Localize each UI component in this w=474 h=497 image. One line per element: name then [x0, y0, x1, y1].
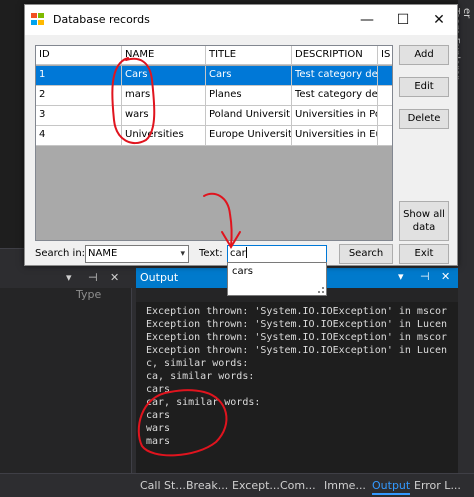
left-pane-pin-icon[interactable]: ⊣: [88, 271, 98, 284]
table-row[interactable]: 1 Cars Cars Test category de...: [36, 66, 392, 86]
records-grid[interactable]: ID NAME TITLE DESCRIPTION IS 1 Cars Cars…: [35, 45, 393, 241]
cell-is[interactable]: [378, 66, 392, 85]
output-line: wars: [146, 423, 171, 434]
output-dropdown-icon[interactable]: ▾: [398, 270, 404, 283]
cell-id[interactable]: 4: [36, 126, 122, 145]
output-pin-icon[interactable]: ⊣: [420, 270, 430, 283]
cell-name[interactable]: wars: [122, 106, 206, 125]
edit-button[interactable]: Edit: [399, 77, 449, 97]
left-pane-header: ▾ ⊣ ✕: [0, 268, 132, 288]
left-tool-pane: ▾ ⊣ ✕ Type: [0, 268, 132, 473]
search-text-input[interactable]: car: [227, 245, 327, 263]
table-row[interactable]: 2 mars Planes Test category de...: [36, 86, 392, 106]
cell-title[interactable]: Planes: [206, 86, 292, 105]
resize-grip-icon[interactable]: [318, 287, 324, 293]
cell-id[interactable]: 1: [36, 66, 122, 85]
cell-is[interactable]: [378, 126, 392, 145]
screen: er Team Explorer ▾ ⊣ ✕ Type Output ▾ ⊣ ✕…: [0, 0, 474, 497]
left-pane-close-icon[interactable]: ✕: [110, 271, 119, 284]
tab-output[interactable]: Output: [372, 479, 411, 495]
output-line: cars: [146, 410, 171, 421]
text-label: Text:: [199, 248, 223, 259]
right-strip-labels: er Team Explorer: [450, 8, 472, 93]
table-row[interactable]: 3 wars Poland Universities Universities …: [36, 106, 392, 126]
table-row[interactable]: 4 Universities Europe Universities Unive…: [36, 126, 392, 146]
exit-button[interactable]: Exit: [399, 244, 449, 264]
output-text-area[interactable]: Exception thrown: 'System.IO.IOException…: [136, 302, 458, 473]
maximize-icon[interactable]: ☐: [391, 9, 415, 31]
cell-title[interactable]: Europe Universities: [206, 126, 292, 145]
dialog-title: Database records: [53, 13, 150, 26]
column-header-id[interactable]: ID: [36, 46, 122, 65]
search-in-select[interactable]: NAME ▾: [85, 245, 189, 263]
close-icon[interactable]: ✕: [427, 9, 451, 31]
search-in-value: NAME: [88, 248, 118, 259]
output-line: c, similar words:: [146, 358, 249, 369]
column-header-title[interactable]: TITLE: [206, 46, 292, 65]
column-header-name[interactable]: NAME: [122, 46, 206, 65]
database-records-dialog: Database records — ☐ ✕ ID NAME TITLE DES…: [24, 4, 458, 266]
minimize-icon[interactable]: —: [355, 9, 379, 31]
output-line: ca, similar words:: [146, 371, 255, 382]
left-pane-dropdown-icon[interactable]: ▾: [66, 271, 72, 284]
tab-immediate-window[interactable]: Imme...: [324, 479, 366, 492]
column-header-description[interactable]: DESCRIPTION: [292, 46, 378, 65]
search-text-value: car: [230, 248, 246, 259]
chevron-down-icon[interactable]: ▾: [180, 246, 185, 262]
tab-breakpoints[interactable]: Break...: [186, 479, 228, 492]
app-icon: [31, 13, 45, 26]
type-column-header[interactable]: Type: [76, 288, 101, 301]
output-line: cars: [146, 384, 171, 395]
search-in-label: Search in:: [35, 248, 86, 259]
cell-id[interactable]: 3: [36, 106, 122, 125]
autocomplete-popup: cars: [227, 262, 327, 296]
show-all-data-button[interactable]: Show all data: [399, 201, 449, 241]
cell-title[interactable]: Cars: [206, 66, 292, 85]
text-caret: [245, 247, 247, 258]
right-strip-fragment[interactable]: er: [461, 8, 472, 79]
suggestion-item[interactable]: cars: [232, 266, 253, 277]
cell-description[interactable]: Test category de...: [292, 66, 378, 85]
output-close-icon[interactable]: ✕: [441, 270, 450, 283]
grid-header: ID NAME TITLE DESCRIPTION IS: [36, 46, 392, 65]
cell-description[interactable]: Universities in Pol...: [292, 106, 378, 125]
output-line: Exception thrown: 'System.IO.IOException…: [146, 345, 448, 356]
bottom-tab-strip: Call St... Break... Except... Com... Imm…: [0, 473, 474, 497]
cell-is[interactable]: [378, 106, 392, 125]
output-line: mars: [146, 436, 171, 447]
cell-is[interactable]: [378, 86, 392, 105]
output-line: Exception thrown: 'System.IO.IOException…: [146, 319, 448, 330]
editor-background-left: [0, 0, 24, 250]
output-line: Exception thrown: 'System.IO.IOException…: [146, 306, 448, 317]
cell-description[interactable]: Universities in Eu...: [292, 126, 378, 145]
add-button[interactable]: Add: [399, 45, 449, 65]
search-button[interactable]: Search: [339, 244, 393, 264]
column-header-is[interactable]: IS: [378, 46, 392, 65]
cell-title[interactable]: Poland Universities: [206, 106, 292, 125]
delete-button[interactable]: Delete: [399, 109, 449, 129]
cell-id[interactable]: 2: [36, 86, 122, 105]
tab-command-window[interactable]: Com...: [280, 479, 316, 492]
tab-call-stack[interactable]: Call St...: [140, 479, 186, 492]
tab-error-list[interactable]: Error L...: [414, 479, 461, 492]
tab-exception-settings[interactable]: Except...: [232, 479, 280, 492]
cell-description[interactable]: Test category de...: [292, 86, 378, 105]
cell-name[interactable]: mars: [122, 86, 206, 105]
cell-name[interactable]: Cars: [122, 66, 206, 85]
output-line: car, similar words:: [146, 397, 261, 408]
cell-name[interactable]: Universities: [122, 126, 206, 145]
dialog-titlebar[interactable]: Database records — ☐ ✕: [25, 5, 457, 35]
output-line: Exception thrown: 'System.IO.IOException…: [146, 332, 448, 343]
output-pane-title[interactable]: Output: [140, 271, 178, 284]
